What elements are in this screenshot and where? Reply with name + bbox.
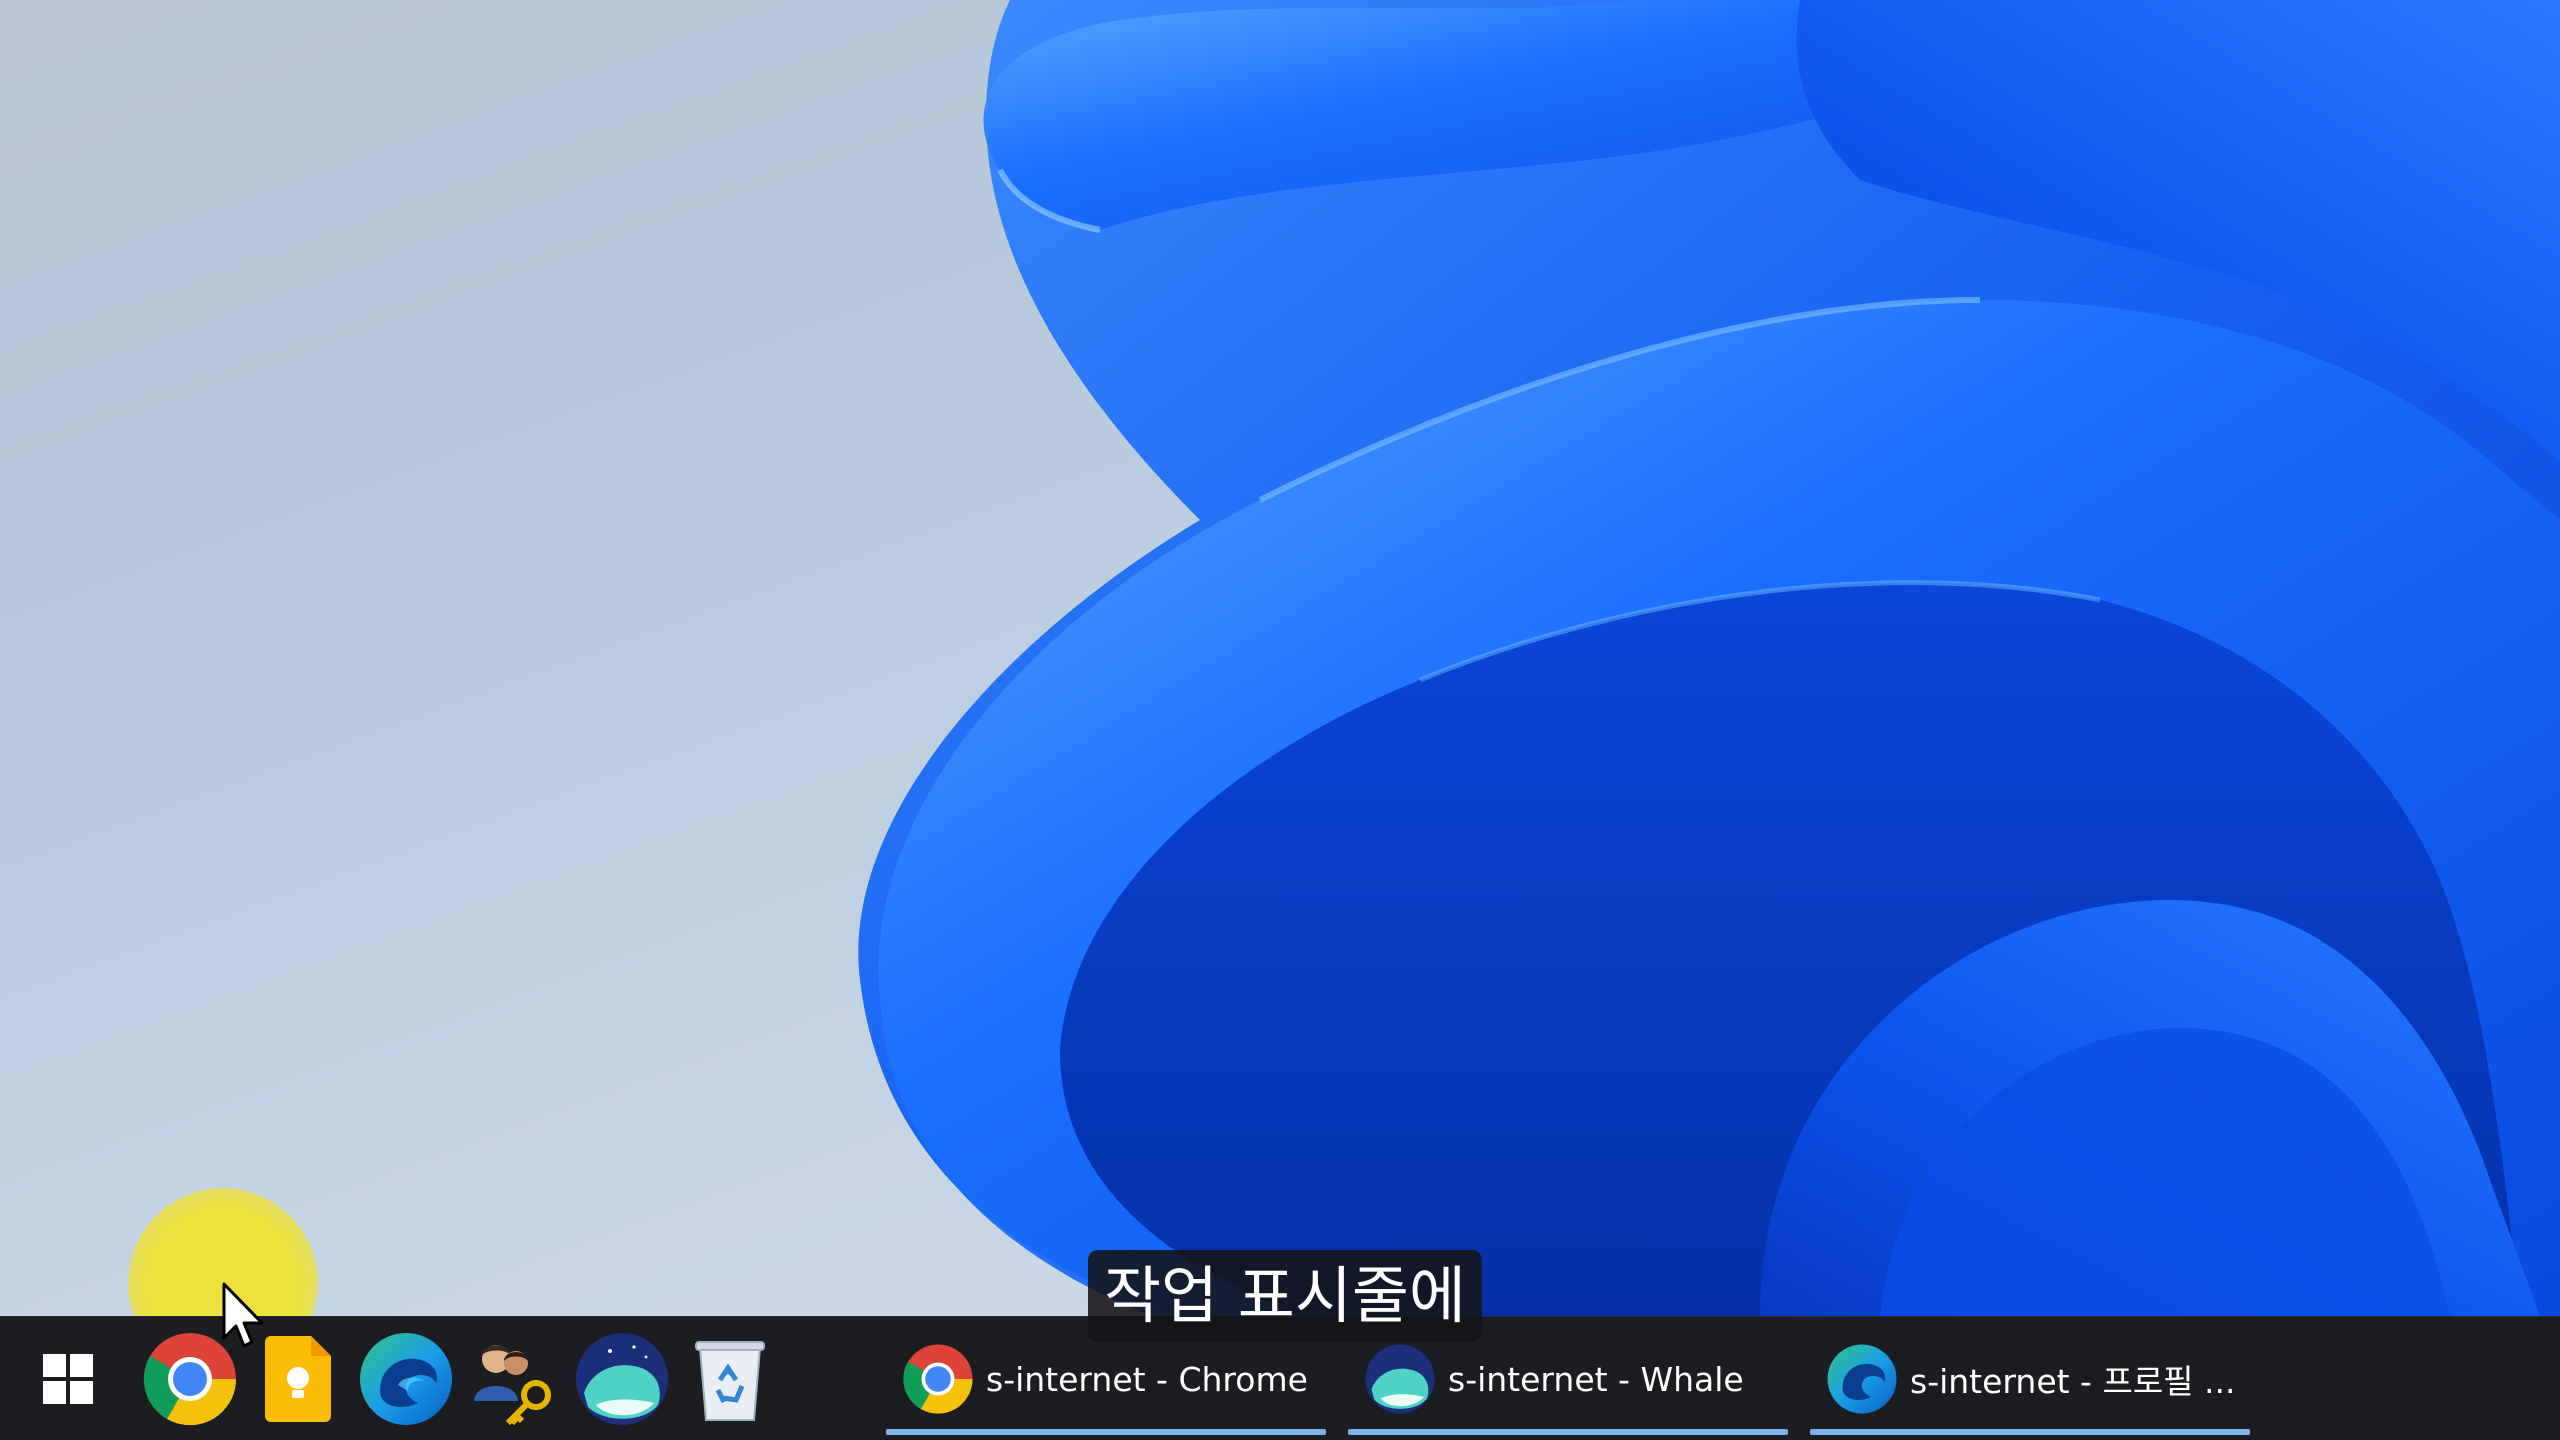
active-window-indicator <box>1348 1429 1788 1435</box>
windows-bloom-wallpaper <box>858 0 2560 1316</box>
taskbar-window-label: s-internet - Whale <box>1448 1359 1744 1399</box>
whale-taskbar-button[interactable] <box>572 1329 672 1429</box>
google-keep-icon <box>265 1336 331 1422</box>
video-subtitle: 작업 표시줄에 <box>1088 1250 1482 1342</box>
chrome-icon <box>903 1344 973 1414</box>
desktop-wallpaper <box>0 0 2560 1316</box>
user-accounts-key-icon <box>474 1345 551 1426</box>
mouse-pointer-icon <box>222 1282 264 1348</box>
taskbar-window-label: s-internet - Chrome <box>986 1359 1308 1399</box>
edge-icon <box>360 1333 452 1425</box>
recycle-bin-icon <box>695 1341 765 1421</box>
active-window-indicator <box>1810 1429 2250 1435</box>
whale-icon <box>576 1333 668 1425</box>
taskbar-window-edge[interactable]: s-internet - 프로필 ... <box>1810 1325 2250 1435</box>
active-window-indicator <box>886 1429 1326 1435</box>
taskbar-window-label: s-internet - 프로필 ... <box>1910 1362 2236 1401</box>
edge-icon <box>1827 1344 1897 1414</box>
start-icon <box>43 1354 93 1404</box>
start-button[interactable] <box>18 1329 118 1429</box>
edge-taskbar-button[interactable] <box>356 1329 456 1429</box>
recycle-bin-taskbar-button[interactable] <box>680 1329 780 1429</box>
whale-icon <box>1365 1344 1435 1414</box>
user-accounts-taskbar-button[interactable] <box>464 1329 564 1429</box>
